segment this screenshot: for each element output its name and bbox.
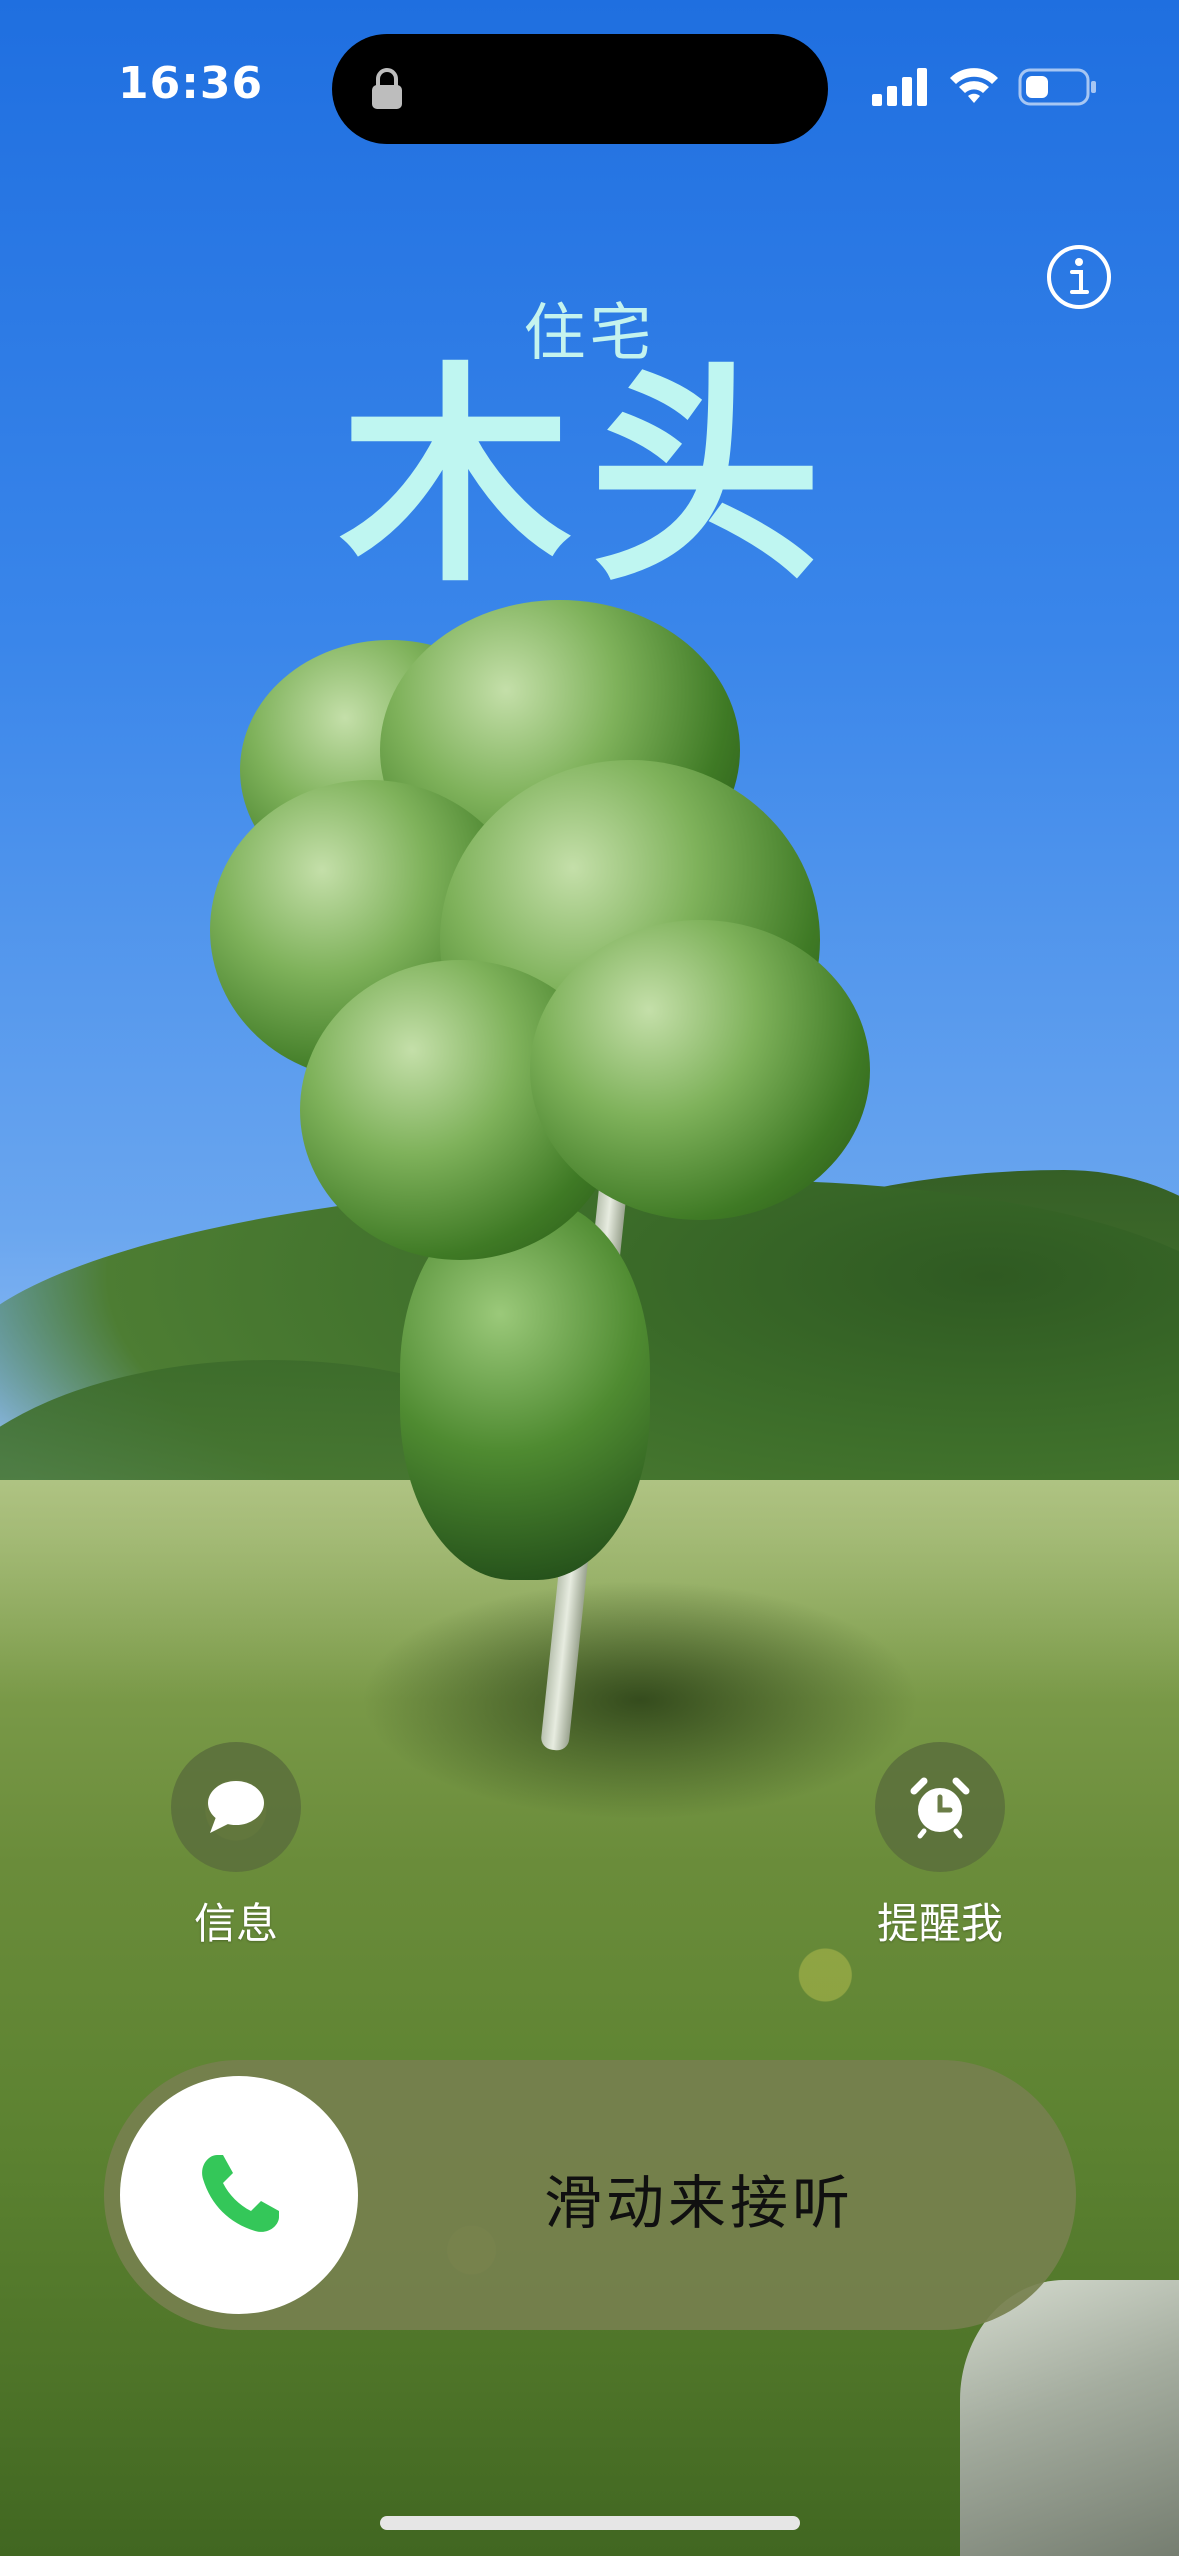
battery-icon xyxy=(1018,68,1096,106)
incoming-call-screen: 16:36 住宅 木头 信息 提醒我 滑动来接听 xyxy=(0,0,1179,2556)
message-label: 信息 xyxy=(193,1899,278,1948)
signal-icon xyxy=(872,68,927,106)
dynamic-island xyxy=(332,34,828,144)
alarm-clock-icon xyxy=(910,1777,970,1839)
remind-me-label: 提醒我 xyxy=(876,1899,1003,1948)
rocks xyxy=(960,2280,1179,2556)
message-bubble-icon xyxy=(208,1781,264,1833)
phone-icon xyxy=(202,2155,279,2232)
wifi-icon xyxy=(950,68,998,103)
tree-canopy xyxy=(200,600,900,1300)
message-button-circle[interactable] xyxy=(171,1742,301,1872)
message-button[interactable]: 信息 xyxy=(166,1742,306,1951)
lock-icon xyxy=(372,68,402,109)
remind-me-button-circle[interactable] xyxy=(875,1742,1005,1872)
status-time: 16:36 xyxy=(118,58,264,109)
answer-knob[interactable] xyxy=(120,2076,358,2314)
slide-to-answer-text: 滑动来接听 xyxy=(544,2169,855,2237)
remind-me-button[interactable]: 提醒我 xyxy=(870,1742,1010,1951)
slide-to-answer-track[interactable]: 滑动来接听 xyxy=(104,2060,1076,2330)
home-indicator[interactable] xyxy=(380,2516,800,2530)
caller-name: 木头 xyxy=(339,343,840,613)
tree-shadow xyxy=(360,1580,920,1820)
